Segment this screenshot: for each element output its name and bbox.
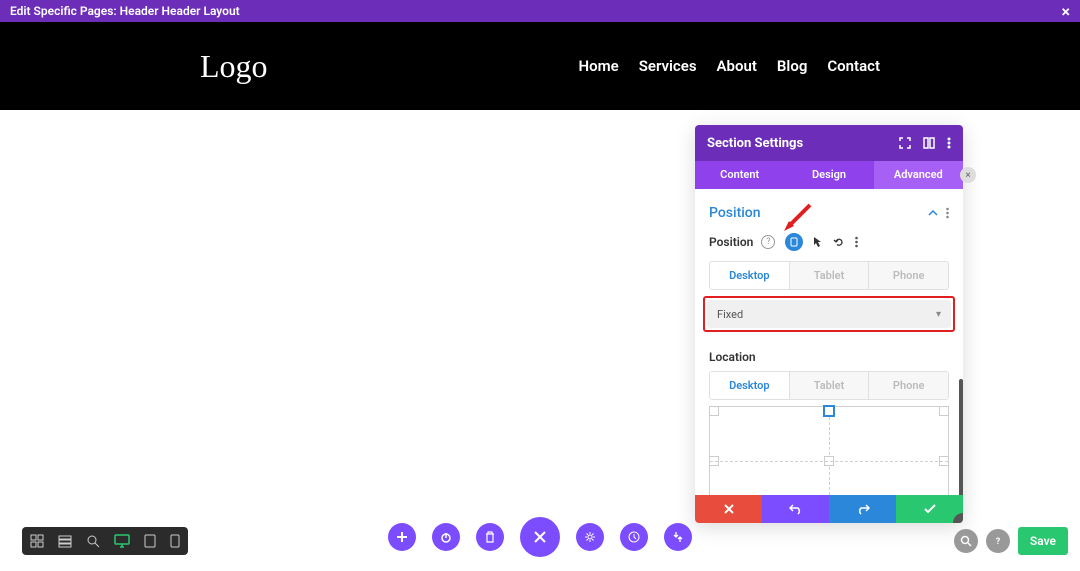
position-select-highlight: Fixed ▾: [703, 296, 955, 332]
zoom-icon[interactable]: [86, 534, 100, 548]
phone-view-icon[interactable]: [170, 534, 180, 548]
position-device-tabs: Desktop Tablet Phone: [709, 261, 949, 290]
anchor-top-center[interactable]: [823, 405, 835, 417]
field-menu-icon[interactable]: [855, 236, 858, 248]
help-button[interactable]: ?: [986, 529, 1010, 553]
close-builder-button[interactable]: [520, 517, 560, 557]
collapse-icon[interactable]: [928, 210, 938, 216]
tab-design[interactable]: Design: [784, 161, 873, 189]
portability-button[interactable]: [664, 523, 692, 551]
position-select[interactable]: Fixed ▾: [707, 300, 951, 328]
nav-blog[interactable]: Blog: [777, 57, 807, 75]
redo-button[interactable]: [829, 495, 896, 523]
position-label: Position: [709, 235, 753, 249]
hover-icon[interactable]: [813, 236, 823, 248]
snap-icon[interactable]: [923, 137, 935, 149]
wireframe-icon[interactable]: [30, 534, 44, 548]
top-bar-title: Edit Specific Pages: Header Header Layou…: [10, 4, 240, 18]
close-icon[interactable]: ×: [1062, 2, 1071, 21]
responsive-icon[interactable]: [785, 233, 803, 251]
desktop-view-icon[interactable]: [114, 534, 130, 548]
location-device-phone[interactable]: Phone: [868, 372, 948, 399]
svg-text:?: ?: [996, 537, 1001, 547]
panel-close-bubble[interactable]: ×: [960, 167, 976, 183]
undo-button[interactable]: [762, 495, 829, 523]
device-tab-phone[interactable]: Phone: [868, 262, 948, 289]
search-button[interactable]: [954, 529, 978, 553]
panel-menu-icon[interactable]: [947, 137, 951, 149]
panel-scrollbar[interactable]: [959, 379, 963, 495]
anchor-mid-left[interactable]: [709, 456, 719, 466]
header-preview: Logo Home Services About Blog Contact: [0, 22, 1080, 110]
settings-button[interactable]: [576, 523, 604, 551]
logo: Logo: [200, 48, 268, 85]
tab-content[interactable]: Content: [695, 161, 784, 189]
location-grid[interactable]: [709, 406, 949, 495]
nav-contact[interactable]: Contact: [827, 57, 880, 75]
history-button[interactable]: [620, 523, 648, 551]
anchor-mid-right[interactable]: [939, 456, 949, 466]
anchor-top-right[interactable]: [939, 406, 949, 416]
builder-controls: [388, 517, 692, 557]
add-button[interactable]: [388, 523, 416, 551]
nav-home[interactable]: Home: [579, 57, 619, 75]
bottom-right-controls: ? Save: [954, 527, 1068, 555]
nav-services[interactable]: Services: [639, 57, 697, 75]
panel-title: Section Settings: [707, 136, 803, 151]
device-tab-desktop[interactable]: Desktop: [710, 262, 789, 289]
section-menu-icon[interactable]: [946, 207, 949, 219]
location-device-desktop[interactable]: Desktop: [710, 372, 789, 399]
settings-panel: Section Settings Content Design Advanced…: [695, 125, 963, 523]
help-icon[interactable]: ?: [761, 235, 775, 249]
tab-advanced[interactable]: Advanced: [874, 161, 963, 189]
anchor-top-left[interactable]: [709, 406, 719, 416]
select-caret-icon: ▾: [936, 309, 941, 320]
power-button[interactable]: [432, 523, 460, 551]
view-toolbar: [22, 527, 188, 555]
layers-icon[interactable]: [58, 534, 72, 548]
save-button[interactable]: Save: [1018, 527, 1068, 555]
section-heading-position[interactable]: Position: [709, 205, 761, 221]
expand-icon[interactable]: [899, 137, 911, 149]
discard-button[interactable]: [695, 495, 762, 523]
position-value: Fixed: [717, 308, 743, 321]
location-label: Location: [709, 350, 756, 364]
location-device-tabs: Desktop Tablet Phone: [709, 371, 949, 400]
location-device-tablet[interactable]: Tablet: [789, 372, 869, 399]
nav-about[interactable]: About: [717, 57, 757, 75]
tablet-view-icon[interactable]: [144, 534, 156, 548]
anchor-mid-center[interactable]: [824, 456, 834, 466]
device-tab-tablet[interactable]: Tablet: [789, 262, 869, 289]
reset-icon[interactable]: [833, 236, 845, 248]
nav: Home Services About Blog Contact: [579, 57, 880, 75]
trash-button[interactable]: [476, 523, 504, 551]
